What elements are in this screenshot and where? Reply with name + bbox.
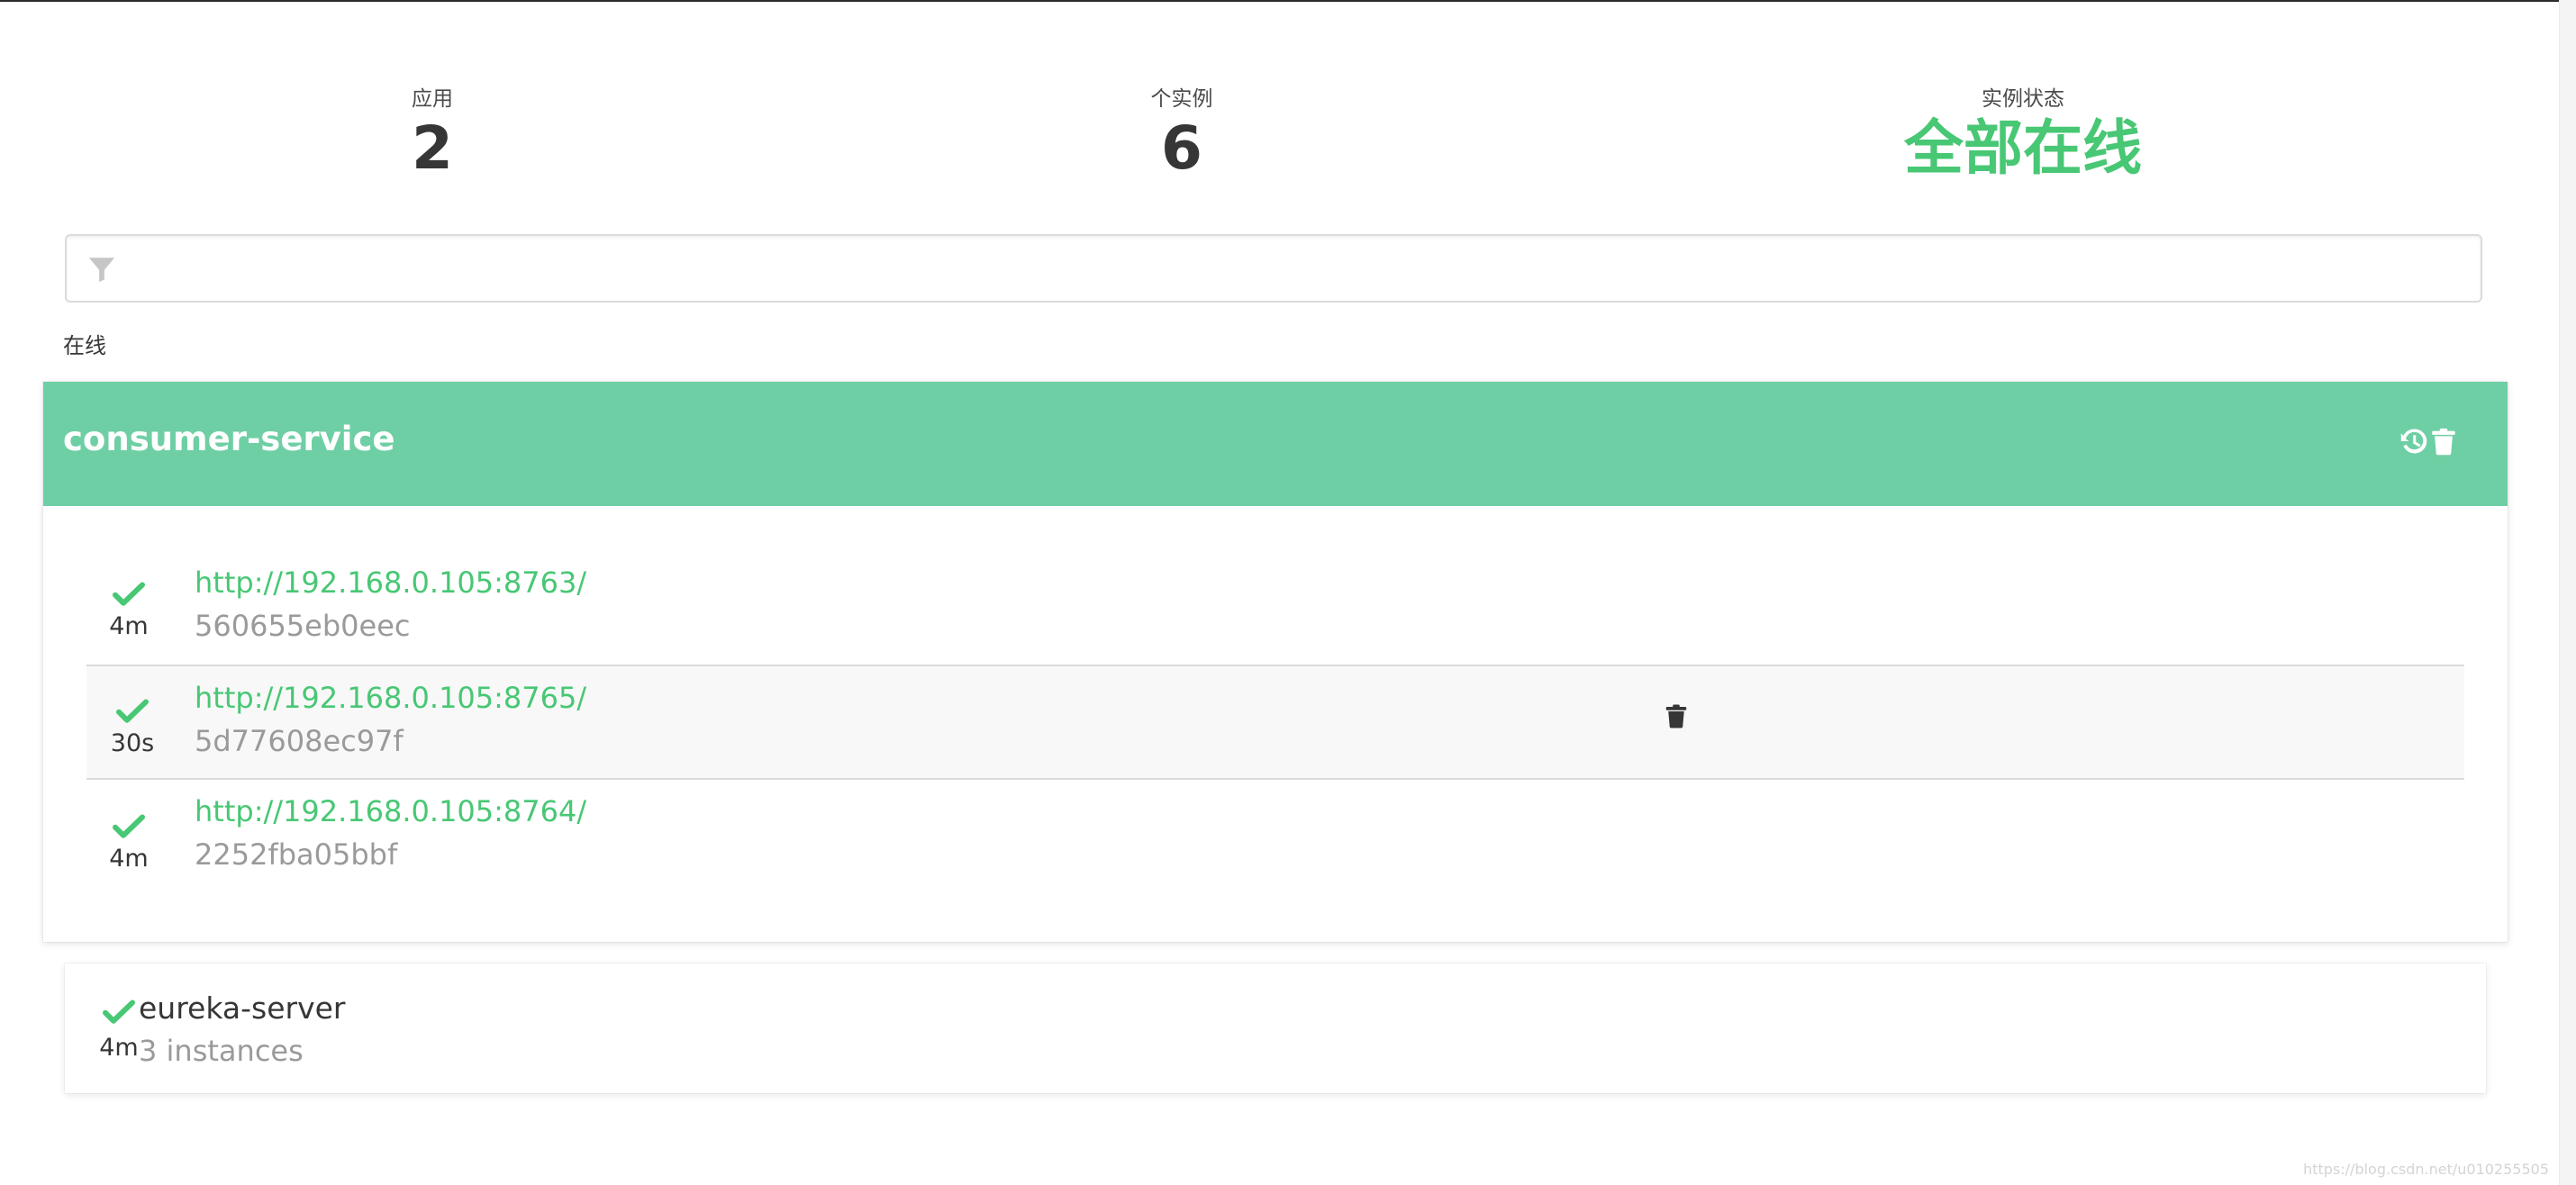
check-icon — [103, 1000, 135, 1024]
filter-icon — [88, 258, 115, 283]
trash-icon[interactable] — [1663, 701, 1690, 735]
application-status: 4m — [92, 1000, 146, 1062]
instance-status: 4m — [97, 814, 160, 873]
instance-url-link[interactable]: http://192.168.0.105:8763/ — [195, 565, 586, 600]
filter-input[interactable] — [130, 245, 2466, 294]
stat-instance-status: 实例状态 全部在线 — [1904, 81, 2142, 180]
application-name: consumer-service — [63, 420, 395, 458]
stat-status-label: 实例状态 — [1982, 87, 2064, 111]
check-icon — [116, 699, 149, 723]
instance-id: 2252fba05bbf — [195, 837, 398, 872]
history-icon[interactable] — [2398, 425, 2430, 461]
instance-status: 4m — [97, 582, 160, 640]
instance-id: 560655eb0eec — [195, 609, 411, 643]
watermark: https://blog.csdn.net/u010255505 — [2303, 1161, 2549, 1178]
instance-uptime: 4m — [109, 845, 149, 873]
application-card-consumer-service: consumer-service 4m http://192.168.0.105… — [43, 382, 2508, 942]
application-instance-count: 3 instances — [139, 1034, 304, 1068]
stat-applications: 应用 2 — [412, 81, 453, 180]
trash-icon[interactable] — [2428, 425, 2459, 461]
instance-uptime: 4m — [109, 612, 149, 640]
check-icon — [113, 582, 145, 606]
instance-url-link[interactable]: http://192.168.0.105:8764/ — [195, 794, 586, 828]
instance-id: 5d77608ec97f — [195, 724, 404, 758]
instance-uptime: 30s — [110, 729, 155, 757]
summary-stats: 应用 2 个实例 6 实例状态 全部在线 — [0, 81, 2576, 198]
stat-instances-value: 6 — [1161, 113, 1202, 183]
stat-applications-value: 2 — [412, 113, 453, 183]
check-icon — [113, 814, 145, 838]
top-border — [0, 0, 2576, 2]
application-uptime: 4m — [99, 1034, 139, 1062]
stat-status-value: 全部在线 — [1904, 113, 2142, 183]
application-card-eureka-server[interactable]: 4m eureka-server 3 instances — [65, 963, 2486, 1093]
instance-url-link[interactable]: http://192.168.0.105:8765/ — [195, 681, 586, 715]
instance-row[interactable]: 4m http://192.168.0.105:8764/ 2252fba05b… — [86, 782, 2464, 897]
instance-status: 30s — [101, 699, 164, 757]
filter-field[interactable] — [65, 234, 2482, 303]
section-title-online: 在线 — [63, 333, 106, 358]
instance-row[interactable]: 30s http://192.168.0.105:8765/ 5d77608ec… — [86, 665, 2464, 780]
stat-applications-label: 应用 — [412, 87, 453, 111]
stat-instances: 个实例 6 — [1151, 81, 1213, 180]
instance-row[interactable]: 4m http://192.168.0.105:8763/ 560655eb0e… — [86, 549, 2464, 665]
application-name: eureka-server — [139, 991, 346, 1026]
stat-instances-label: 个实例 — [1150, 87, 1213, 111]
application-header[interactable]: consumer-service — [43, 382, 2508, 506]
